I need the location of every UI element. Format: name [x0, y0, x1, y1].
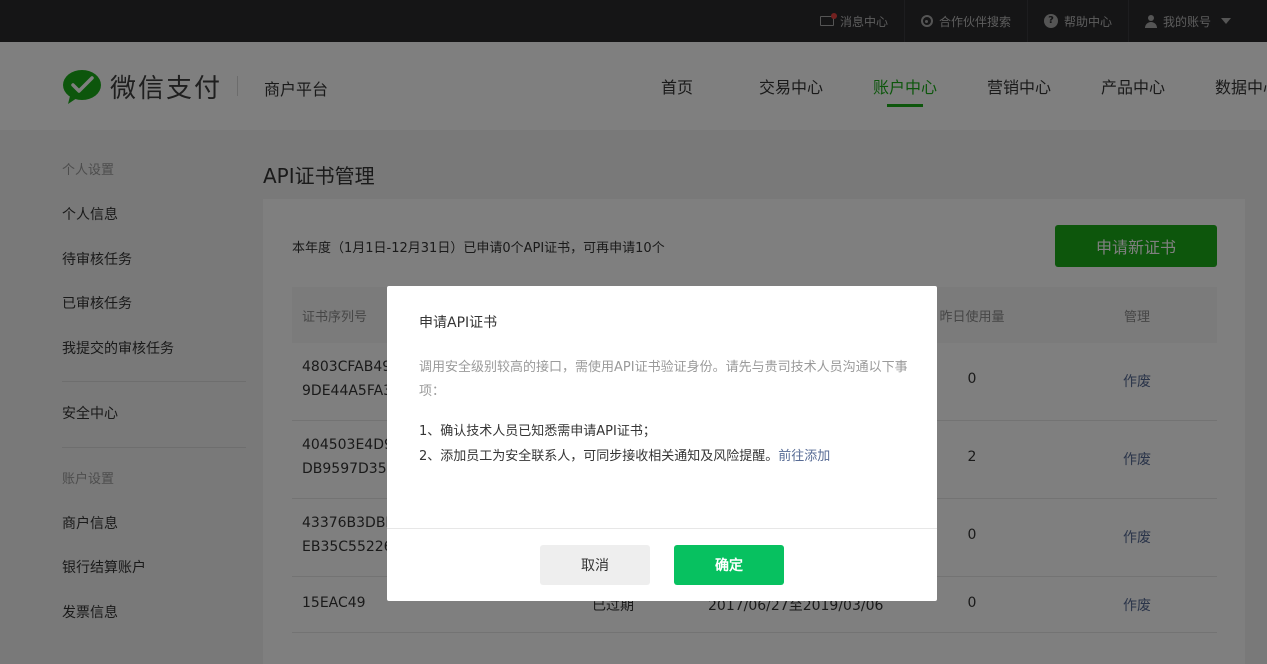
- apply-certificate-dialog: 申请API证书 调用安全级别较高的接口，需使用API证书验证身份。请先与贵司技术…: [387, 286, 937, 601]
- dialog-item-2-text: 2、添加员工为安全联系人，可同步接收相关通知及风险提醒。: [419, 449, 779, 464]
- add-contact-link[interactable]: 前往添加: [778, 449, 830, 464]
- dialog-item-1: 1、确认技术人员已知悉需申请API证书；: [419, 424, 656, 439]
- dialog-title: 申请API证书: [419, 315, 498, 331]
- cancel-button[interactable]: 取消: [540, 545, 650, 585]
- dialog-footer-divider: [387, 528, 937, 529]
- confirm-button[interactable]: 确定: [674, 545, 784, 585]
- dialog-item-2: 2、添加员工为安全联系人，可同步接收相关通知及风险提醒。前往添加: [419, 445, 830, 464]
- dialog-description: 调用安全级别较高的接口，需使用API证书验证身份。请先与贵司技术人员沟通以下事项…: [419, 360, 908, 399]
